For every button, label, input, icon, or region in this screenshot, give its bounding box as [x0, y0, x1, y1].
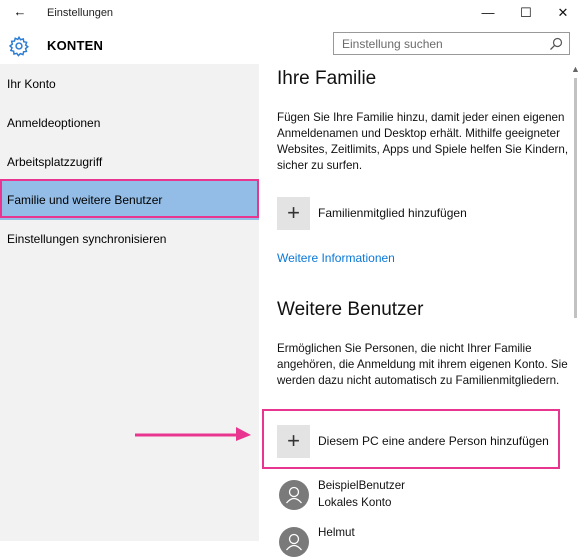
plus-icon: +	[277, 197, 310, 230]
window-title: Einstellungen	[47, 7, 114, 19]
more-info-link[interactable]: Weitere Informationen	[277, 251, 395, 265]
title-bar: ← Einstellungen — ☐ ✕	[0, 0, 582, 28]
user-icon	[286, 533, 302, 551]
selection-highlight-frame	[0, 179, 259, 218]
annotation-arrow-icon	[135, 427, 251, 441]
user-item[interactable]: BeispielBenutzer Lokales Konto	[279, 478, 479, 512]
other-users-description: Ermöglichen Sie Personen, die nicht Ihre…	[277, 342, 568, 387]
main-content: Ihre Familie Fügen Sie Ihre Familie hinz…	[259, 64, 582, 557]
add-family-member-button[interactable]: + Familienmitglied hinzufügen	[277, 197, 537, 230]
sidebar-item-anmeldeoptionen[interactable]: Anmeldeoptionen	[0, 104, 259, 143]
sidebar-item-arbeitsplatzzugriff[interactable]: Arbeitsplatzzugriff	[0, 143, 259, 182]
sidebar: Ihr Konto Anmeldeoptionen Arbeitsplatzzu…	[0, 64, 259, 541]
add-person-highlight-frame	[262, 409, 560, 469]
family-description: Fügen Sie Ihre Familie hinzu, damit jede…	[277, 111, 569, 172]
sidebar-item-synchronisieren[interactable]: Einstellungen synchronisieren	[0, 220, 259, 259]
user-name: BeispielBenutzer	[318, 479, 406, 492]
family-heading: Ihre Familie	[277, 68, 377, 89]
search-box[interactable]	[333, 32, 570, 55]
section-title: KONTEN	[47, 38, 104, 53]
avatar	[279, 480, 309, 510]
user-icon	[286, 486, 302, 504]
close-button[interactable]: ✕	[546, 2, 580, 24]
settings-header: KONTEN	[0, 28, 582, 64]
back-arrow-icon[interactable]: ←	[10, 4, 30, 22]
other-users-heading: Weitere Benutzer	[277, 299, 424, 320]
scroll-up-icon[interactable]: ▲	[571, 64, 580, 74]
user-item[interactable]: Helmut	[279, 525, 479, 559]
minimize-button[interactable]: —	[471, 2, 505, 24]
scrollbar[interactable]: ▲	[569, 64, 582, 541]
maximize-button[interactable]: ☐	[509, 2, 543, 24]
user-account-type: Lokales Konto	[318, 496, 392, 509]
avatar	[279, 527, 309, 557]
scroll-thumb[interactable]	[574, 78, 577, 318]
search-input[interactable]	[342, 36, 542, 52]
search-icon[interactable]	[549, 37, 563, 51]
user-name: Helmut	[318, 526, 355, 539]
gear-icon	[8, 35, 29, 57]
sidebar-item-ihr-konto[interactable]: Ihr Konto	[0, 65, 259, 104]
add-family-member-label: Familienmitglied hinzufügen	[318, 206, 467, 220]
